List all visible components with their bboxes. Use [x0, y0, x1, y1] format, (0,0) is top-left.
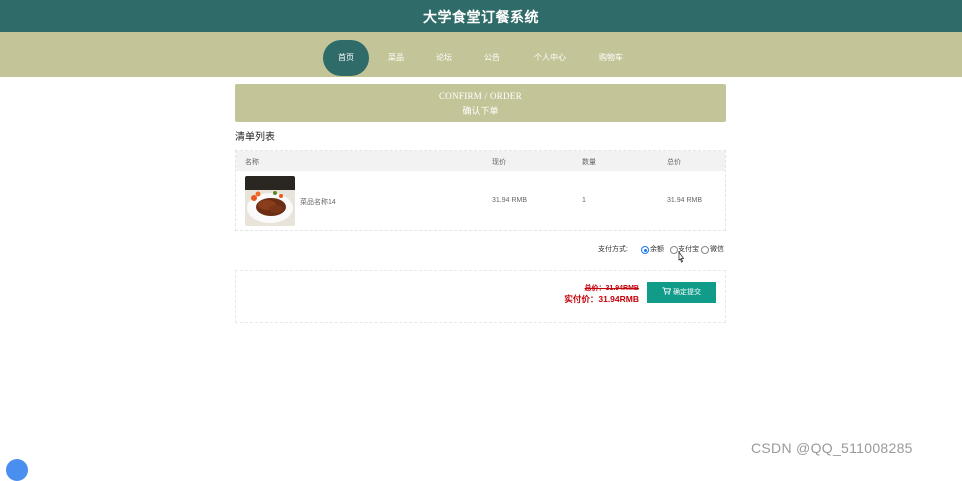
submit-order-button[interactable]: 确定提交	[647, 282, 716, 303]
table-header: 名称 现价 数量 总价	[236, 151, 725, 171]
payment-label: 支付方式:	[598, 246, 628, 253]
banner-title-en: CONFIRM / ORDER	[438, 91, 522, 101]
dish-price: 31.94 RMB	[492, 197, 528, 204]
nav-dishes[interactable]: 菜品	[380, 40, 412, 76]
floating-help-button[interactable]	[6, 459, 28, 481]
banner-title-cn: 确认下单	[462, 106, 499, 116]
nav-user-center[interactable]: 个人中心	[526, 40, 574, 76]
order-summary: 总价：31.94RMB 实付价：31.94RMB 确定提交	[235, 270, 726, 323]
col-total: 总价	[667, 159, 681, 166]
total-price: 总价：31.94RMB	[584, 285, 639, 292]
radio-wechat[interactable]	[701, 246, 709, 254]
nav-forum[interactable]: 论坛	[428, 40, 460, 76]
dish-total: 31.94 RMB	[667, 197, 703, 204]
dish-image[interactable]	[245, 176, 295, 226]
nav-notice[interactable]: 公告	[476, 40, 508, 76]
nav-cart[interactable]: 购物车	[590, 40, 632, 76]
col-price: 现价	[492, 159, 506, 166]
dish-qty: 1	[582, 197, 586, 204]
mouse-pointer-icon	[678, 251, 685, 263]
cart-icon	[662, 287, 671, 295]
nav-bar: 首页 菜品 论坛 公告 个人中心 购物车	[0, 32, 962, 77]
actual-price: 实付价：31.94RMB	[564, 294, 639, 304]
payment-option-wechat: 微信	[710, 246, 724, 253]
confirm-order-banner: CONFIRM / ORDER 确认下单	[235, 84, 726, 122]
submit-label: 确定提交	[673, 289, 701, 296]
radio-balance[interactable]	[641, 246, 649, 254]
payment-option-balance: 余额	[650, 246, 664, 253]
list-title: 清单列表	[235, 132, 275, 143]
dish-name: 菜品名称14	[300, 199, 336, 206]
col-qty: 数量	[582, 159, 596, 166]
watermark: CSDN @QQ_511008285	[751, 440, 913, 456]
order-table: 名称 现价 数量 总价 菜品名称14 31.94 RMB 1 31.94 RMB	[235, 150, 726, 231]
nav-home[interactable]: 首页	[323, 40, 369, 76]
top-header: 大学食堂订餐系统	[0, 0, 962, 32]
site-title: 大学食堂订餐系统	[423, 9, 539, 25]
col-name: 名称	[245, 159, 259, 166]
